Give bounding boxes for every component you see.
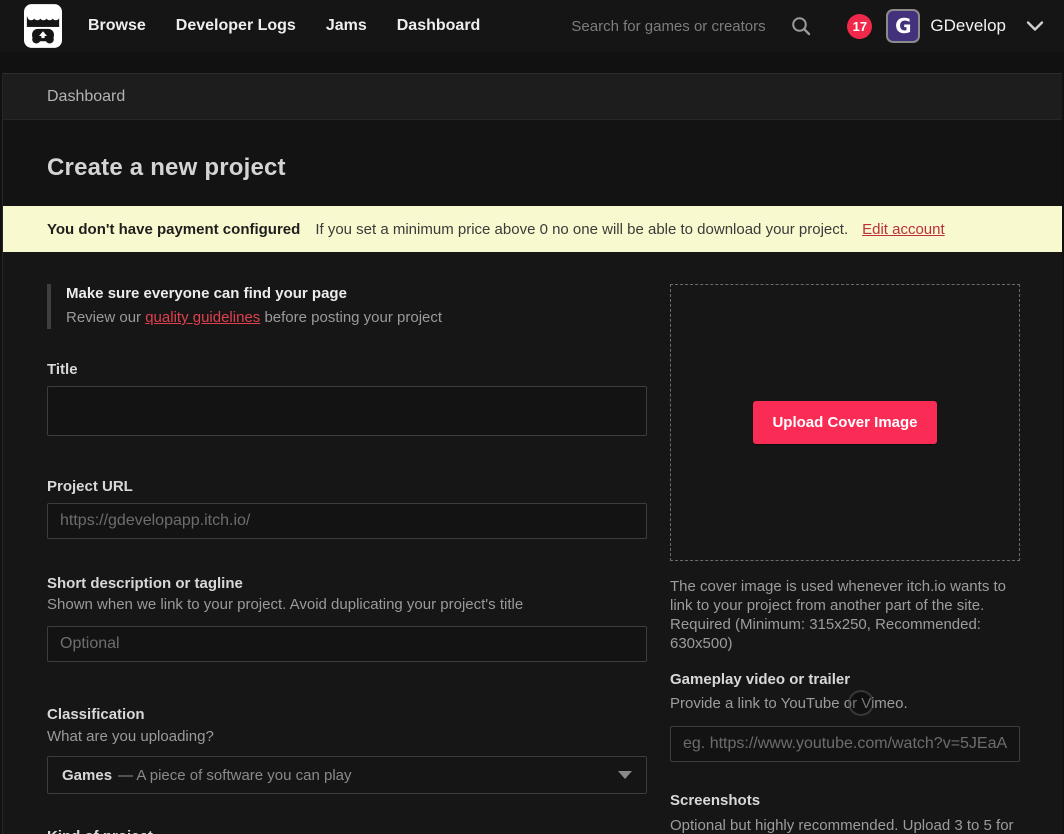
gameplay-video-input[interactable] <box>670 726 1020 762</box>
project-url-section: Project URL <box>47 478 647 539</box>
itchio-logo-icon[interactable] <box>24 4 62 48</box>
short-description-section: Short description or tagline Shown when … <box>47 575 647 662</box>
screenshots-help: Optional but highly recommended. Upload … <box>670 816 1020 834</box>
warning-title: You don't have payment configured <box>47 221 300 238</box>
title-input[interactable] <box>47 386 647 436</box>
page-header: Create a new project <box>3 120 1062 206</box>
edit-account-link[interactable]: Edit account <box>862 221 945 238</box>
cover-image-dropzone[interactable]: Upload Cover Image <box>670 284 1020 561</box>
cover-image-help: The cover image is used whenever itch.io… <box>670 577 1020 653</box>
search-icon[interactable] <box>791 16 811 36</box>
callout-text-before: Review our <box>66 309 145 326</box>
chevron-down-icon <box>1026 20 1044 32</box>
project-url-label: Project URL <box>47 478 647 495</box>
top-navbar: Browse Developer Logs Jams Dashboard 17 … <box>0 0 1064 52</box>
quality-callout: Make sure everyone can find your page Re… <box>47 284 647 329</box>
page-panel: Dashboard Create a new project You don't… <box>2 73 1062 834</box>
title-section: Title <box>47 361 647 436</box>
title-label: Title <box>47 361 647 378</box>
user-menu[interactable]: G GDevelop <box>886 9 1044 43</box>
nav-item-dashboard[interactable]: Dashboard <box>397 17 481 35</box>
gameplay-video-help: Provide a link to YouTube or Vimeo. <box>670 695 1020 713</box>
search-box <box>571 16 811 36</box>
upload-cover-image-button[interactable]: Upload Cover Image <box>753 401 936 444</box>
notification-badge[interactable]: 17 <box>847 14 872 39</box>
search-input[interactable] <box>571 18 783 35</box>
short-description-help: Shown when we link to your project. Avoi… <box>47 596 647 614</box>
form-left-column: Make sure everyone can find your page Re… <box>47 284 647 834</box>
gameplay-video-label: Gameplay video or trailer <box>670 671 1020 688</box>
page-title: Create a new project <box>47 154 286 182</box>
avatar: G <box>886 9 920 43</box>
gameplay-video-help-text: Provide a link to YouTube or Vimeo. <box>670 695 908 712</box>
classification-help: What are you uploading? <box>47 728 647 746</box>
project-url-input[interactable] <box>47 503 647 539</box>
warning-text: If you set a minimum price above 0 no on… <box>315 221 848 238</box>
quality-guidelines-link[interactable]: quality guidelines <box>145 309 260 326</box>
select-caret-icon <box>618 771 632 779</box>
classification-label: Classification <box>47 706 647 723</box>
kind-of-project-label: Kind of project <box>47 828 647 834</box>
short-description-label: Short description or tagline <box>47 575 647 592</box>
callout-subtitle: Review our quality guidelines before pos… <box>66 307 647 329</box>
classification-section: Classification What are you uploading? G… <box>47 706 647 794</box>
breadcrumb-bar: Dashboard <box>3 73 1062 120</box>
project-form: Make sure everyone can find your page Re… <box>3 252 1062 834</box>
breadcrumb-dashboard[interactable]: Dashboard <box>47 88 125 106</box>
screenshots-label: Screenshots <box>670 792 1020 809</box>
classification-value-desc: — A piece of software you can play <box>118 767 351 784</box>
nav-item-browse[interactable]: Browse <box>88 17 146 35</box>
payment-warning-bar: You don't have payment configured If you… <box>3 206 1062 252</box>
navbar-right: 17 G GDevelop <box>571 9 1044 43</box>
nav-item-jams[interactable]: Jams <box>326 17 367 35</box>
callout-title: Make sure everyone can find your page <box>66 284 647 304</box>
form-right-column: Upload Cover Image The cover image is us… <box>670 284 1020 834</box>
callout-text-after: before posting your project <box>260 309 442 326</box>
classification-select[interactable]: Games — A piece of software you can play <box>47 756 647 794</box>
main-nav: Browse Developer Logs Jams Dashboard <box>88 17 480 35</box>
short-description-input[interactable] <box>47 626 647 662</box>
username-label: GDevelop <box>930 16 1006 36</box>
classification-value: Games <box>62 767 112 784</box>
nav-item-developer-logs[interactable]: Developer Logs <box>176 17 296 35</box>
